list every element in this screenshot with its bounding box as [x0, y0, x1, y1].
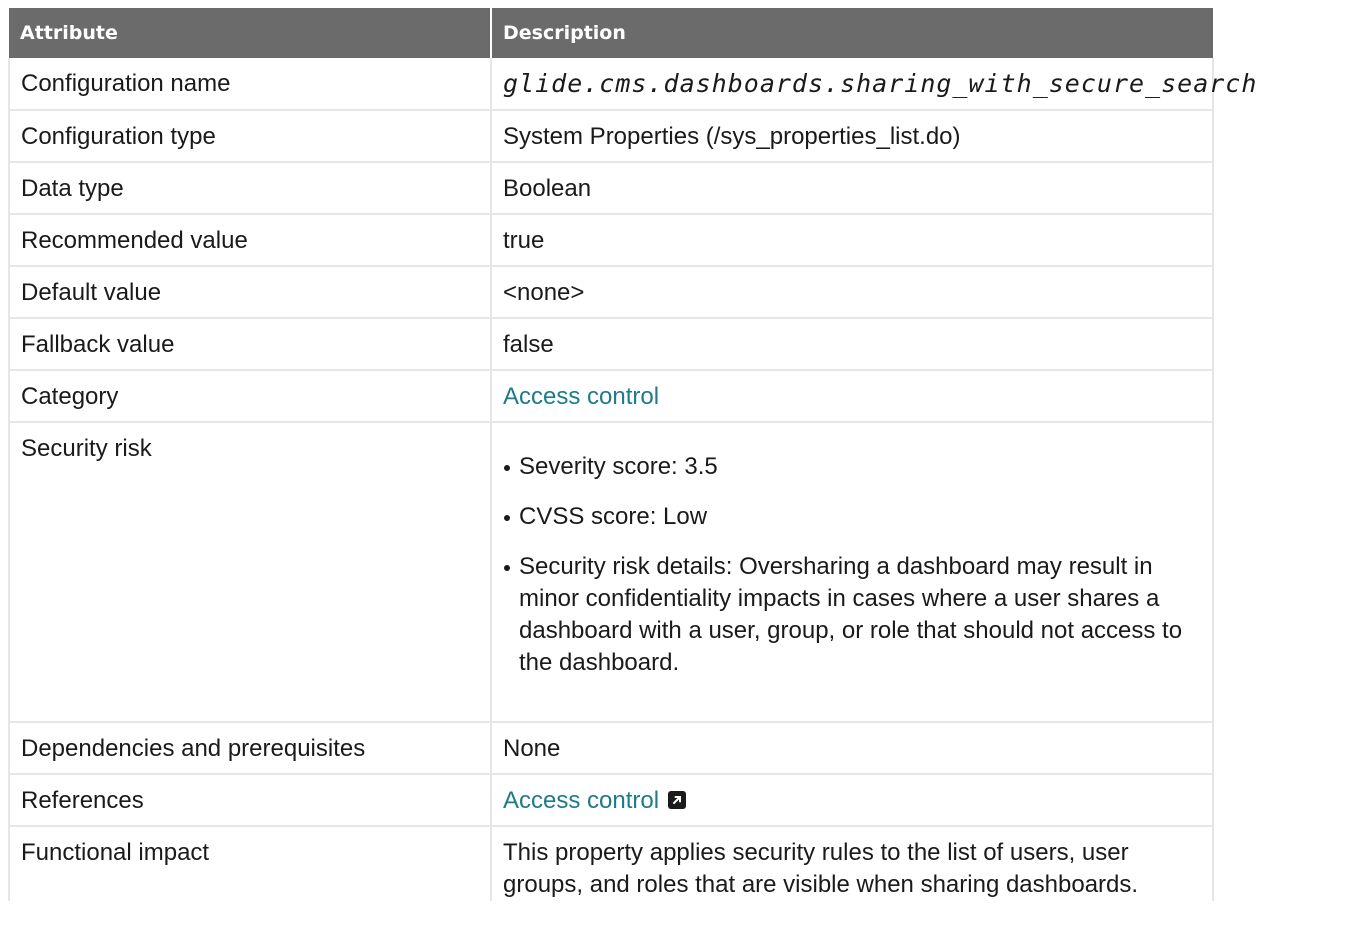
row-value: Boolean [491, 162, 1214, 215]
row-attribute: Fallback value [8, 318, 492, 371]
row-value: Access control [491, 774, 1214, 827]
configuration-table: Attribute Description Configuration name… [8, 8, 1256, 901]
table-row: Fallback value false [8, 318, 1214, 371]
table-row: Default value <none> [8, 266, 1214, 319]
row-attribute: Configuration type [8, 110, 492, 163]
list-item: CVSS score: Low [503, 501, 1201, 533]
category-link[interactable]: Access control [503, 383, 659, 410]
row-value: Access control [491, 370, 1214, 423]
list-item: Security risk details: Oversharing a das… [503, 551, 1201, 679]
row-attribute: Configuration name [8, 58, 492, 111]
header-attribute: Attribute [9, 8, 492, 58]
row-attribute: Recommended value [8, 214, 492, 267]
table-row: Dependencies and prerequisites None [8, 722, 1214, 775]
row-value: glide.cms.dashboards.sharing_with_secure… [491, 58, 1256, 111]
table-row: Security risk Severity score: 3.5 CVSS s… [8, 422, 1214, 723]
table-header-row: Attribute Description [9, 8, 1213, 58]
row-value: Severity score: 3.5 CVSS score: Low Secu… [491, 422, 1214, 723]
external-link-icon [668, 788, 687, 809]
references-link-label: Access control [503, 787, 660, 814]
row-value: This property applies security rules to … [491, 826, 1214, 901]
table-row: Functional impact This property applies … [8, 826, 1214, 901]
config-name-value: glide.cms.dashboards.sharing_with_secure… [503, 69, 1258, 98]
table-row: References Access control [8, 774, 1214, 827]
security-risk-list: Severity score: 3.5 CVSS score: Low Secu… [503, 451, 1201, 679]
table-row: Category Access control [8, 370, 1214, 423]
list-item: Severity score: 3.5 [503, 451, 1201, 483]
row-attribute: Data type [8, 162, 492, 215]
row-value: true [491, 214, 1214, 267]
row-value: None [491, 722, 1214, 775]
row-attribute: References [8, 774, 492, 827]
row-attribute: Dependencies and prerequisites [8, 722, 492, 775]
references-link[interactable]: Access control [503, 787, 687, 814]
row-attribute: Functional impact [8, 826, 492, 901]
table-row: Configuration name glide.cms.dashboards.… [8, 58, 1256, 111]
row-value: false [491, 318, 1214, 371]
table-row: Recommended value true [8, 214, 1214, 267]
header-description: Description [491, 8, 1213, 58]
row-attribute: Default value [8, 266, 492, 319]
row-attribute: Security risk [8, 422, 492, 723]
table-row: Data type Boolean [8, 162, 1214, 215]
row-value: System Properties (/sys_properties_list.… [491, 110, 1214, 163]
table-row: Configuration type System Properties (/s… [8, 110, 1214, 163]
row-value: <none> [491, 266, 1214, 319]
row-attribute: Category [8, 370, 492, 423]
